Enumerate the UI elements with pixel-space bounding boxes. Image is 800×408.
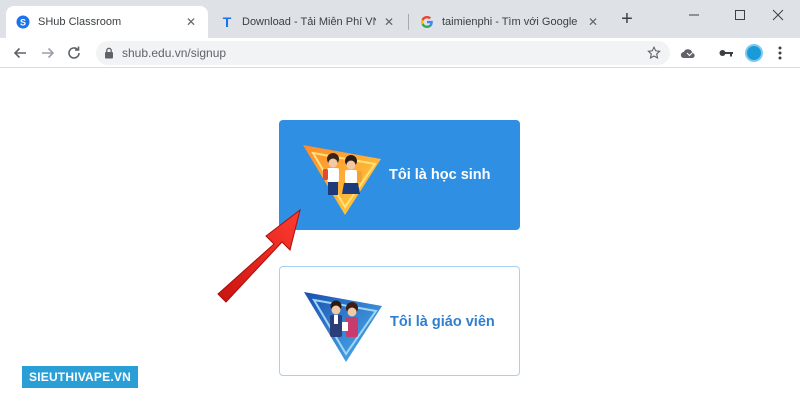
profile-button[interactable]	[744, 43, 764, 63]
forward-icon[interactable]	[38, 43, 58, 63]
teacher-role-label: Tôi là giáo viên	[390, 314, 495, 330]
tab-title: Download - Tải Miễn Phí VN - P	[242, 16, 376, 28]
shub-favicon: S	[16, 15, 30, 29]
key-icon[interactable]	[716, 43, 736, 63]
t-favicon: T	[220, 15, 234, 29]
more-icon[interactable]	[770, 43, 790, 63]
tab-download[interactable]: T Download - Tải Miễn Phí VN - P ✕	[210, 6, 406, 38]
address-url: shub.edu.vn/signup	[122, 46, 227, 60]
red-arrow-annotation	[217, 208, 301, 303]
student-role-card[interactable]: Tôi là học sinh	[279, 120, 520, 230]
tab-title: SHub Classroom	[38, 16, 122, 28]
tab-strip: S SHub Classroom ✕ T Download - Tải Miễn…	[0, 0, 800, 38]
tab-title: taimienphi - Tìm với Google	[442, 16, 578, 28]
back-icon[interactable]	[10, 43, 30, 63]
window-close-icon[interactable]	[756, 0, 800, 30]
browser-toolbar: shub.edu.vn/signup	[0, 38, 800, 68]
watermark: SIEUTHIVAPE.VN	[22, 366, 138, 388]
signup-page: Tôi là học sinh Tôi là giáo viên	[0, 68, 800, 408]
teacher-illustration	[304, 292, 382, 362]
teacher-role-card[interactable]: Tôi là giáo viên	[279, 266, 520, 376]
close-icon[interactable]: ✕	[184, 15, 198, 29]
tab-shub-classroom[interactable]: S SHub Classroom ✕	[6, 6, 208, 38]
avatar	[745, 44, 763, 62]
reload-icon[interactable]	[64, 43, 84, 63]
close-icon[interactable]: ✕	[382, 15, 396, 29]
new-tab-button[interactable]: +	[616, 9, 638, 31]
extension-icon[interactable]	[678, 43, 698, 63]
tab-google-search[interactable]: taimienphi - Tìm với Google ✕	[410, 6, 610, 38]
address-bar[interactable]: shub.edu.vn/signup	[96, 41, 670, 65]
student-role-label: Tôi là học sinh	[389, 167, 491, 183]
star-icon[interactable]	[646, 45, 662, 61]
svg-text:T: T	[223, 15, 232, 29]
lock-icon[interactable]	[104, 47, 116, 59]
tab-separator	[408, 14, 409, 30]
minimize-icon[interactable]	[672, 0, 716, 30]
google-favicon	[420, 15, 434, 29]
svg-text:S: S	[20, 18, 26, 28]
student-illustration	[303, 145, 381, 215]
close-icon[interactable]: ✕	[586, 15, 600, 29]
